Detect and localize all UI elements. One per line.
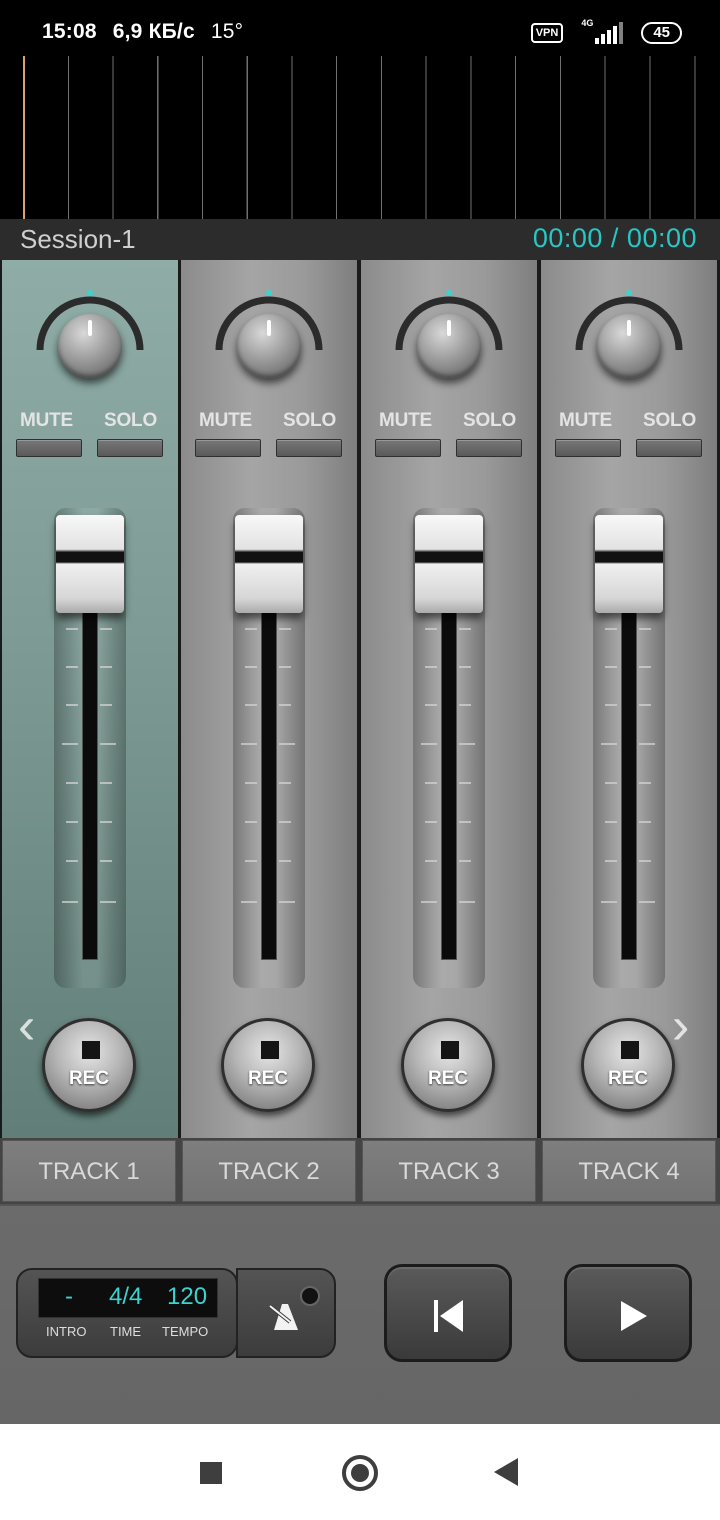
knob-cap[interactable] xyxy=(58,314,122,378)
tempo-label: TEMPO xyxy=(162,1324,209,1339)
volume-fader-track[interactable] xyxy=(441,608,457,960)
track-strip-2: MUTE SOLO REC xyxy=(181,260,357,1138)
track-tab-2[interactable]: TRACK 2 xyxy=(182,1140,356,1202)
battery-indicator: 45 xyxy=(641,22,682,44)
solo-label: SOLO xyxy=(643,410,697,431)
chevron-left-icon[interactable]: ‹ xyxy=(18,1000,35,1052)
play-icon xyxy=(621,1301,647,1331)
network-speed: 6,9 КБ/с xyxy=(112,20,195,43)
volume-fader-track[interactable] xyxy=(621,608,637,960)
metronome-button[interactable] xyxy=(236,1268,336,1358)
solo-button[interactable] xyxy=(456,439,522,457)
record-button[interactable]: REC xyxy=(581,1018,675,1112)
recents-icon[interactable] xyxy=(200,1462,222,1484)
record-button[interactable]: REC xyxy=(221,1018,315,1112)
time-label: TIME xyxy=(110,1324,142,1339)
transport-bar: - 4/4 120 INTRO TIME TEMPO xyxy=(0,1204,720,1426)
record-button[interactable]: REC xyxy=(401,1018,495,1112)
knob-center-indicator xyxy=(626,290,632,296)
back-icon[interactable] xyxy=(494,1458,518,1486)
solo-button[interactable] xyxy=(276,439,342,457)
record-label: REC xyxy=(247,1068,289,1089)
session-time: 00:00 / 00:00 xyxy=(532,223,697,253)
intro-label: INTRO xyxy=(46,1324,87,1339)
record-label: REC xyxy=(68,1068,110,1089)
knob-center-indicator xyxy=(87,290,93,296)
vpn-badge: VPN xyxy=(530,23,564,43)
mute-label: MUTE xyxy=(559,410,613,431)
status-time: 15:08 xyxy=(42,20,97,43)
system-navigation-bar xyxy=(0,1424,720,1520)
temperature: 15° xyxy=(210,20,244,43)
session-header: Session-1 00:00 / 00:00 xyxy=(0,219,720,260)
record-button[interactable]: REC xyxy=(42,1018,136,1112)
tempo-settings-button[interactable]: - 4/4 120 INTRO TIME TEMPO xyxy=(16,1268,238,1358)
rewind-button[interactable] xyxy=(384,1264,512,1362)
status-bar: 15:08 6,9 КБ/с 15° VPN 4G 45 xyxy=(0,0,720,56)
knob-cap[interactable] xyxy=(237,314,301,378)
solo-button[interactable] xyxy=(636,439,702,457)
signal-icon: 4G xyxy=(581,18,624,44)
track-tabs: TRACK 1 TRACK 2 TRACK 3 TRACK 4 xyxy=(0,1138,720,1204)
volume-fader-handle[interactable] xyxy=(415,515,483,613)
network-type: 4G xyxy=(581,18,594,28)
mute-button[interactable] xyxy=(375,439,441,457)
mixer: MUTE SOLO REC MUTE SOLO REC MUTE SOLO RE… xyxy=(0,260,720,1140)
track-tab-3[interactable]: TRACK 3 xyxy=(362,1140,536,1202)
mute-button[interactable] xyxy=(16,439,82,457)
volume-fader-track[interactable] xyxy=(261,608,277,960)
pan-knob[interactable] xyxy=(391,288,507,404)
session-name: Session-1 xyxy=(20,224,136,254)
knob-center-indicator xyxy=(446,290,452,296)
volume-fader-handle[interactable] xyxy=(56,515,124,613)
solo-label: SOLO xyxy=(463,410,517,431)
status-right: VPN 4G 45 xyxy=(530,18,682,44)
solo-label: SOLO xyxy=(104,410,158,431)
tempo-value: 120 xyxy=(167,1283,208,1310)
time-signature-value: 4/4 xyxy=(109,1283,143,1310)
record-stop-icon xyxy=(261,1041,279,1059)
solo-label: SOLO xyxy=(283,410,337,431)
record-label: REC xyxy=(607,1068,649,1089)
playhead[interactable] xyxy=(23,56,25,219)
pan-knob[interactable] xyxy=(571,288,687,404)
skip-to-start-icon xyxy=(434,1300,463,1332)
record-label: REC xyxy=(427,1068,469,1089)
mute-label: MUTE xyxy=(20,410,74,431)
solo-button[interactable] xyxy=(97,439,163,457)
mute-label: MUTE xyxy=(379,410,433,431)
knob-cap[interactable] xyxy=(417,314,481,378)
mute-button[interactable] xyxy=(555,439,621,457)
chevron-right-icon[interactable]: › xyxy=(672,1000,689,1052)
status-left: 15:08 6,9 КБ/с 15° xyxy=(42,20,253,44)
track-tab-4[interactable]: TRACK 4 xyxy=(542,1140,716,1202)
volume-fader-handle[interactable] xyxy=(595,515,663,613)
timeline[interactable] xyxy=(0,56,720,219)
knob-center-indicator xyxy=(266,290,272,296)
play-button[interactable] xyxy=(564,1264,692,1362)
knob-cap[interactable] xyxy=(597,314,661,378)
record-stop-icon xyxy=(82,1041,100,1059)
pan-knob[interactable] xyxy=(32,288,148,404)
pan-knob[interactable] xyxy=(211,288,327,404)
intro-value: - xyxy=(65,1283,73,1310)
track-strip-3: MUTE SOLO REC xyxy=(361,260,537,1138)
tempo-display: - 4/4 120 xyxy=(38,1278,218,1318)
track-tab-1[interactable]: TRACK 1 xyxy=(2,1140,176,1202)
track-strip-4: MUTE SOLO REC xyxy=(541,260,717,1138)
metronome-icon xyxy=(268,1304,298,1330)
volume-fader-handle[interactable] xyxy=(235,515,303,613)
mute-button[interactable] xyxy=(195,439,261,457)
record-stop-icon xyxy=(441,1041,459,1059)
mute-label: MUTE xyxy=(199,410,253,431)
record-stop-icon xyxy=(621,1041,639,1059)
volume-fader-track[interactable] xyxy=(82,608,98,960)
home-icon[interactable] xyxy=(342,1455,378,1491)
